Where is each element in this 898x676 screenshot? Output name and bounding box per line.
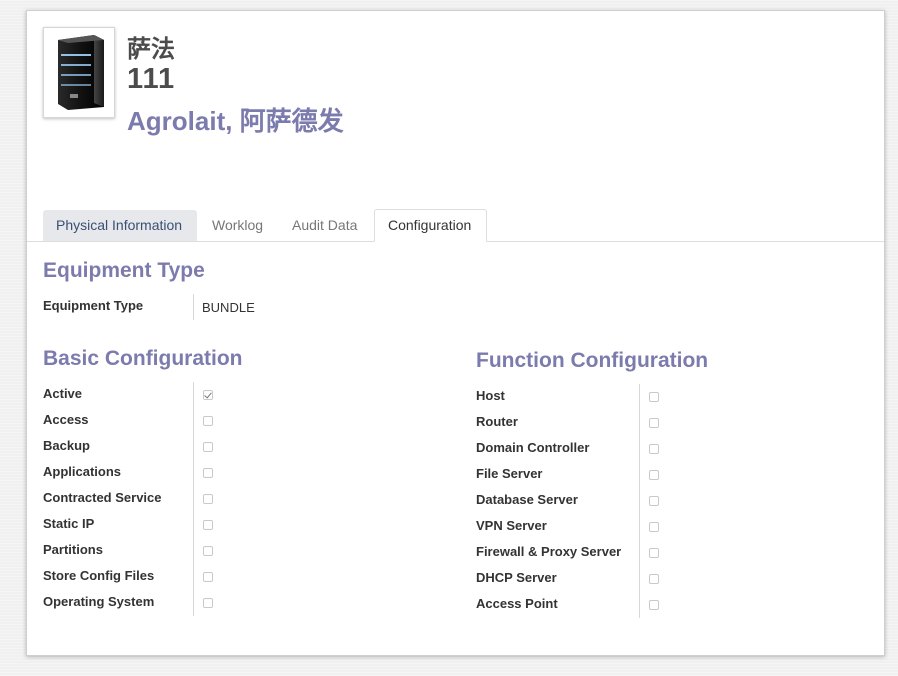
equipment-type-label: Equipment Type — [43, 298, 144, 313]
store-config-files-label: Store Config Files — [43, 568, 155, 583]
file-server-checkbox[interactable] — [649, 470, 659, 480]
database-server-checkbox[interactable] — [649, 496, 659, 506]
contracted-service-checkbox[interactable] — [203, 494, 213, 504]
tab-worklog[interactable]: Worklog — [199, 210, 277, 241]
active-checkbox[interactable] — [203, 390, 213, 400]
active-label: Active — [43, 386, 83, 401]
field-divider — [639, 384, 640, 618]
vpn-server-label: VPN Server — [476, 518, 547, 533]
domain-controller-label: Domain Controller — [476, 440, 590, 455]
access-checkbox[interactable] — [203, 416, 213, 426]
record-company-link[interactable]: Agrolait, 阿萨德发 — [127, 101, 344, 138]
static-ip-label: Static IP — [43, 516, 95, 531]
equipment-image[interactable] — [43, 27, 115, 118]
server-tower-icon — [58, 35, 104, 110]
dhcp-server-checkbox[interactable] — [649, 574, 659, 584]
host-checkbox[interactable] — [649, 392, 659, 402]
section-title-basic-configuration: Basic Configuration — [43, 347, 243, 370]
access-point-checkbox[interactable] — [649, 600, 659, 610]
notebook-tabs: Physical Information Worklog Audit Data … — [27, 209, 884, 242]
operating-system-label: Operating System — [43, 594, 155, 609]
access-point-label: Access Point — [476, 596, 558, 611]
partitions-label: Partitions — [43, 542, 103, 557]
equipment-type-value[interactable]: BUNDLE — [202, 300, 255, 315]
static-ip-checkbox[interactable] — [203, 520, 213, 530]
section-title-function-configuration: Function Configuration — [476, 349, 709, 372]
field-divider — [193, 294, 194, 320]
access-label: Access — [43, 412, 89, 427]
database-server-label: Database Server — [476, 492, 578, 507]
operating-system-checkbox[interactable] — [203, 598, 213, 608]
store-config-files-checkbox[interactable] — [203, 572, 213, 582]
backup-checkbox[interactable] — [203, 442, 213, 452]
field-divider — [193, 382, 194, 616]
router-checkbox[interactable] — [649, 418, 659, 428]
dhcp-server-label: DHCP Server — [476, 570, 557, 585]
section-title-equipment-type: Equipment Type — [43, 259, 205, 282]
vpn-server-checkbox[interactable] — [649, 522, 659, 532]
record-number: 111 — [127, 63, 176, 95]
tab-physical-information[interactable]: Physical Information — [43, 210, 197, 241]
host-label: Host — [476, 388, 505, 403]
backup-label: Backup — [43, 438, 90, 453]
tab-audit-data[interactable]: Audit Data — [279, 210, 367, 241]
contracted-service-label: Contracted Service — [43, 490, 162, 505]
record-name: 萨法 — [127, 36, 175, 63]
firewall-proxy-server-checkbox[interactable] — [649, 548, 659, 558]
domain-controller-checkbox[interactable] — [649, 444, 659, 454]
file-server-label: File Server — [476, 466, 543, 481]
firewall-proxy-server-label: Firewall & Proxy Server — [476, 544, 622, 559]
form-sheet: 萨法 111 Agrolait, 阿萨德发 Physical Informati… — [26, 10, 885, 656]
applications-label: Applications — [43, 464, 122, 479]
router-label: Router — [476, 414, 518, 429]
partitions-checkbox[interactable] — [203, 546, 213, 556]
applications-checkbox[interactable] — [203, 468, 213, 478]
tab-configuration[interactable]: Configuration — [374, 209, 487, 242]
